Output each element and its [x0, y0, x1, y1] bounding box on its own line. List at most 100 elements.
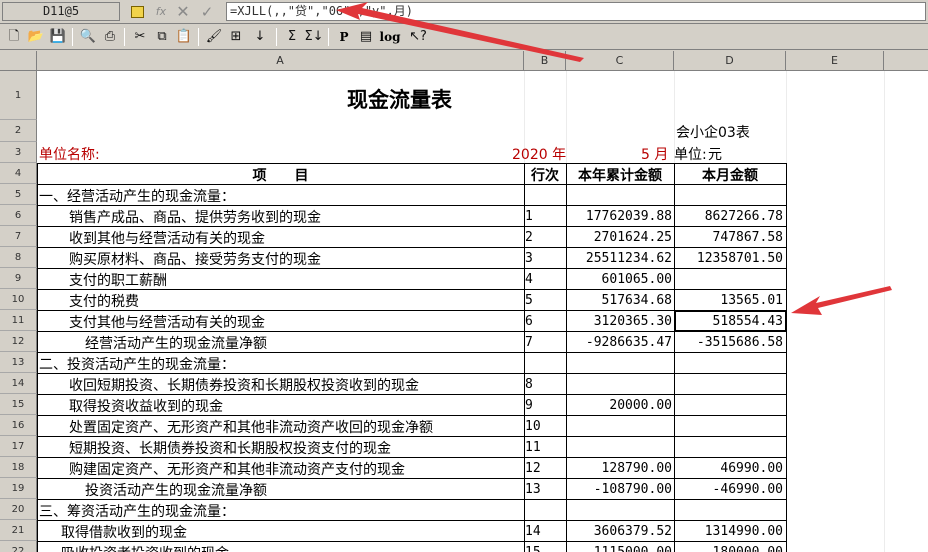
header-item: 项 目 [252, 168, 309, 184]
month-amount-cell[interactable]: -46990.00 [674, 482, 783, 497]
row-header-9[interactable]: 9 [0, 268, 37, 289]
toolbar-separator [328, 28, 329, 46]
row-header-2[interactable]: 2 [0, 120, 37, 142]
month-amount-cell[interactable]: 13565.01 [674, 293, 783, 308]
confirm-icon[interactable]: ✓ [198, 3, 216, 21]
sum-range-icon[interactable]: Σ↓ [304, 27, 324, 47]
paste-icon[interactable]: 📋 [174, 27, 194, 47]
line-item-label: 购建固定资产、无形资产和其他非流动资产支付的现金 [69, 462, 405, 478]
row-header-5[interactable]: 5 [0, 184, 37, 205]
ytd-amount-cell[interactable]: 20000.00 [566, 398, 672, 413]
table-border [37, 163, 38, 552]
help-pointer-icon[interactable]: ↖? [408, 27, 428, 47]
row-header-6[interactable]: 6 [0, 205, 37, 226]
sort-icon[interactable]: ↓ [250, 27, 270, 47]
ytd-amount-cell[interactable]: -108790.00 [566, 482, 672, 497]
month-amount-cell[interactable]: 12358701.50 [674, 251, 783, 266]
row-header-15[interactable]: 15 [0, 394, 37, 415]
line-number: 12 [525, 461, 541, 476]
ytd-amount-cell[interactable]: 17762039.88 [566, 209, 672, 224]
row-header-16[interactable]: 16 [0, 415, 37, 436]
print-preview-icon[interactable]: 🔍 [78, 27, 98, 47]
p-icon[interactable]: P [334, 27, 354, 47]
cut-icon[interactable]: ✂ [130, 27, 150, 47]
new-icon[interactable]: 🗋 [4, 27, 24, 47]
column-header-b[interactable]: B [524, 51, 566, 71]
format-painter-icon[interactable]: 🖌 [204, 27, 224, 47]
month-amount-cell[interactable]: -3515686.58 [674, 335, 783, 350]
row-header-4[interactable]: 4 [0, 163, 37, 184]
row-header-20[interactable]: 20 [0, 499, 37, 520]
line-item-label: 投资活动产生的现金流量净额 [85, 483, 267, 499]
row-header-14[interactable]: 14 [0, 373, 37, 394]
row-header-17[interactable]: 17 [0, 436, 37, 457]
line-number: 15 [525, 545, 541, 552]
select-all-corner[interactable] [0, 51, 37, 71]
line-item-label: 三、筹资活动产生的现金流量： [39, 504, 235, 520]
row-header-7[interactable]: 7 [0, 226, 37, 247]
formula-input[interactable]: =XJLL(,,"贷","06",,"y",月) [226, 2, 926, 21]
line-number: 9 [525, 398, 533, 413]
header-line-no: 行次 [531, 168, 559, 184]
month-amount-cell[interactable]: 180000.00 [674, 545, 783, 552]
row-header-11[interactable]: 11 [0, 310, 37, 331]
form-code: 会小企03表 [676, 125, 750, 141]
log-icon[interactable]: log [378, 27, 402, 47]
column-header-c[interactable]: C [566, 51, 674, 71]
line-number: 5 [525, 293, 533, 308]
ytd-amount-cell[interactable]: 25511234.62 [566, 251, 672, 266]
column-header-d[interactable]: D [674, 51, 786, 71]
ytd-amount-cell[interactable]: 517634.68 [566, 293, 672, 308]
line-item-label: 收回短期投资、长期债券投资和长期股权投资收到的现金 [69, 378, 419, 394]
ytd-amount-cell[interactable]: 3120365.30 [566, 314, 672, 329]
line-number: 7 [525, 335, 533, 350]
line-item-label: 一、经营活动产生的现金流量： [39, 189, 235, 205]
ytd-amount-cell[interactable]: 3606379.52 [566, 524, 672, 539]
report-month: 5 月 [641, 147, 669, 163]
insert-icon[interactable]: ⊞ [226, 27, 246, 47]
column-header-e[interactable]: E [786, 51, 884, 71]
ytd-amount-cell[interactable]: 2701624.25 [566, 230, 672, 245]
print-icon[interactable]: ⎙ [100, 27, 120, 47]
line-number: 2 [525, 230, 533, 245]
ytd-amount-cell[interactable]: 601065.00 [566, 272, 672, 287]
sheet-title: 现金流量表 [347, 87, 452, 112]
row-header-21[interactable]: 21 [0, 520, 37, 541]
row-header-1[interactable]: 1 [0, 71, 37, 120]
row-header-8[interactable]: 8 [0, 247, 37, 268]
row-header-10[interactable]: 10 [0, 289, 37, 310]
cell-reference-box[interactable]: D11@5 [2, 2, 120, 21]
row-header-3[interactable]: 3 [0, 142, 37, 163]
save-icon[interactable]: 💾 [48, 27, 68, 47]
worksheet-grid[interactable]: A B C D E 1 2 3 4 5 6 7 8 9 10 11 12 13 14 15 16 17 18 19 20 21 22… [0, 51, 928, 552]
cancel-icon[interactable]: ✕ [174, 3, 192, 21]
ytd-amount-cell[interactable]: 128790.00 [566, 461, 672, 476]
sum-icon[interactable]: Σ [282, 27, 302, 47]
ytd-amount-cell[interactable]: -9286635.47 [566, 335, 672, 350]
unit-name-label: 单位名称: [39, 147, 100, 163]
row-header-22[interactable]: 22 [0, 541, 37, 552]
ytd-amount-cell[interactable]: 1115000.00 [566, 545, 672, 552]
row-header-13[interactable]: 13 [0, 352, 37, 373]
month-amount-cell[interactable]: 8627266.78 [674, 209, 783, 224]
unit-label: 单位: [674, 147, 707, 163]
selected-cell-d11[interactable] [674, 310, 787, 332]
row-header-18[interactable]: 18 [0, 457, 37, 478]
calculator-icon[interactable] [128, 3, 146, 21]
month-amount-cell[interactable]: 46990.00 [674, 461, 783, 476]
copy-icon[interactable]: ⧉ [152, 27, 172, 47]
row-header-19[interactable]: 19 [0, 478, 37, 499]
function-icon[interactable]: fx [152, 3, 170, 21]
open-icon[interactable]: 📂 [26, 27, 46, 47]
line-item-label: 支付的职工薪酬 [69, 273, 167, 289]
table-border [674, 163, 675, 552]
page-icon[interactable]: ▤ [356, 27, 376, 47]
month-amount-cell[interactable]: 747867.58 [674, 230, 783, 245]
column-header-a[interactable]: A [37, 51, 524, 71]
line-item-label: 经营活动产生的现金流量净额 [85, 336, 267, 352]
report-year: 2020 年 [512, 147, 567, 163]
month-amount-cell[interactable]: 1314990.00 [674, 524, 783, 539]
spreadsheet-window: D11@5 fx ✕ ✓ =XJLL(,,"贷","06",,"y",月) 🗋 … [0, 0, 928, 552]
line-number: 10 [525, 419, 541, 434]
row-header-12[interactable]: 12 [0, 331, 37, 352]
